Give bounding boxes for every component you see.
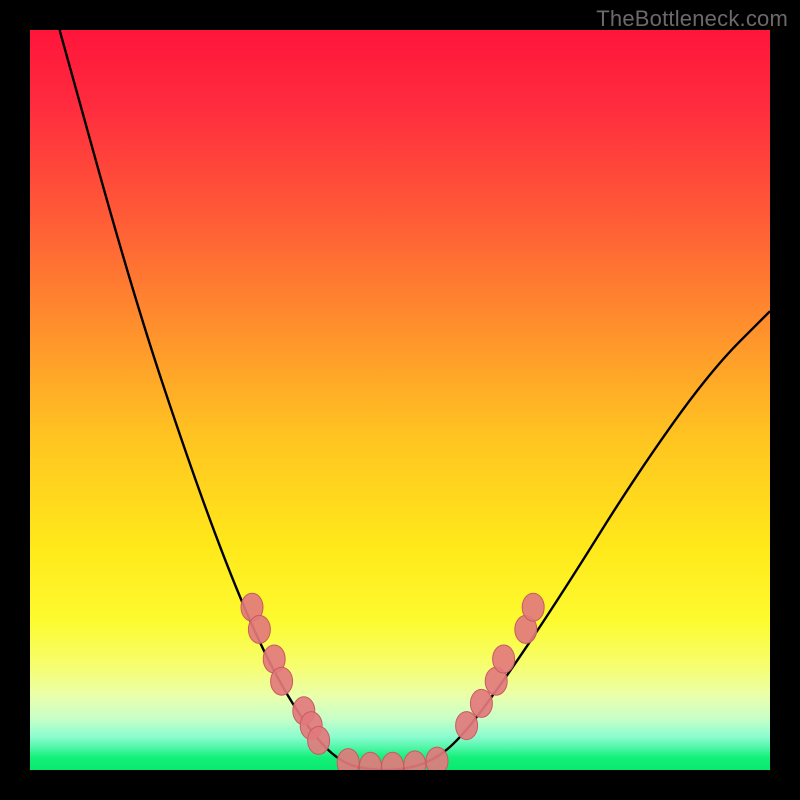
- data-marker: [522, 593, 544, 621]
- watermark-text: TheBottleneck.com: [596, 6, 788, 32]
- data-marker: [426, 747, 448, 770]
- data-marker: [382, 752, 404, 770]
- data-marker: [456, 712, 478, 740]
- chart-svg: [30, 30, 770, 770]
- data-markers: [241, 593, 544, 770]
- data-marker: [493, 645, 515, 673]
- bottleneck-curve: [60, 30, 770, 770]
- chart-plot-area: [30, 30, 770, 770]
- data-marker: [248, 615, 270, 643]
- data-marker: [359, 752, 381, 770]
- data-marker: [337, 749, 359, 770]
- data-marker: [308, 726, 330, 754]
- data-marker: [404, 751, 426, 770]
- data-marker: [271, 667, 293, 695]
- data-marker: [470, 689, 492, 717]
